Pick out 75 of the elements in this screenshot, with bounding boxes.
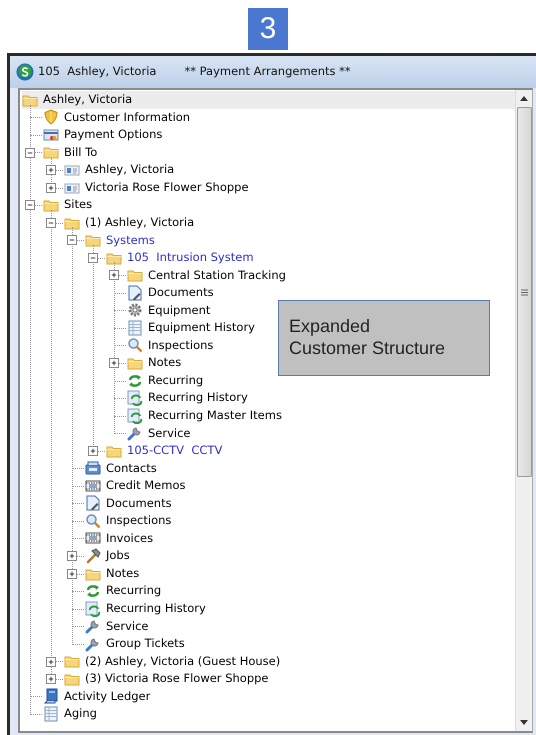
tree-item[interactable]: Contacts	[22, 459, 515, 478]
document-icon	[85, 495, 101, 512]
step-number-badge: 3	[248, 8, 288, 50]
expand-toggle[interactable]	[67, 568, 77, 579]
expand-toggle[interactable]	[109, 358, 119, 368]
document-arrows-icon	[127, 390, 143, 406]
customer-title: 105 Ashley, Victoria	[38, 63, 156, 80]
expand-toggle[interactable]	[88, 446, 98, 456]
film-icon	[85, 478, 101, 494]
account-note: ** Payment Arrangements **	[184, 63, 351, 80]
tree-item[interactable]: Jobs	[22, 547, 515, 565]
tree-item[interactable]: Invoices	[22, 530, 515, 548]
tree-item[interactable]: Bill To	[22, 144, 515, 162]
expand-toggle[interactable]	[67, 551, 77, 562]
card-icon	[43, 126, 59, 143]
tree-item[interactable]: Ashley, Victoria	[22, 161, 515, 179]
tree-item[interactable]: Victoria Rose Flower Shoppe	[22, 178, 515, 196]
expand-toggle[interactable]	[25, 148, 35, 158]
tree-item[interactable]: 105 Intrusion System	[22, 248, 515, 266]
tree-item[interactable]: Inspections	[22, 512, 515, 530]
table-icon	[43, 706, 59, 722]
caret-up-icon	[520, 96, 528, 101]
tree-item[interactable]: Service	[22, 424, 515, 442]
tree-item[interactable]: Notes	[22, 564, 515, 582]
tree-item[interactable]: Recurring History	[22, 389, 515, 407]
expand-toggle[interactable]	[46, 182, 56, 193]
tree-item[interactable]: (3) Victoria Rose Flower Shoppe	[22, 670, 515, 688]
tree-item[interactable]: Payment Options	[22, 126, 515, 144]
tree-item[interactable]: Activity Ledger	[22, 688, 515, 706]
expand-toggle[interactable]	[46, 656, 56, 666]
expand-toggle[interactable]	[109, 270, 119, 280]
tree-item[interactable]: (1) Ashley, Victoria	[22, 214, 515, 232]
scrollbar-thumb[interactable]	[516, 107, 532, 477]
book-icon	[43, 688, 59, 704]
circular-arrows-icon	[85, 583, 101, 600]
tree-item[interactable]: Recurring History	[22, 600, 515, 618]
tree-item[interactable]: Recurring Master Items	[22, 406, 515, 424]
document-arrows-icon	[127, 408, 143, 424]
expand-toggle[interactable]	[67, 235, 77, 246]
wrench-icon	[127, 425, 143, 442]
film-icon	[85, 530, 101, 546]
tree-item[interactable]: Aging	[22, 705, 515, 723]
grip-icon	[520, 288, 528, 296]
tree-item[interactable]: (2) Ashley, Victoria (Guest House)	[22, 652, 515, 670]
tree-item[interactable]: Service	[22, 617, 515, 635]
tree-item[interactable]: Documents	[22, 494, 515, 512]
expand-toggle[interactable]	[88, 252, 98, 263]
tree-item[interactable]: Ashley, Victoria	[22, 91, 515, 109]
tree-item[interactable]: Recurring	[22, 582, 515, 600]
callout-note: Expanded Customer Structure	[278, 300, 490, 376]
tree-item[interactable]: Systems	[22, 231, 515, 249]
expand-toggle[interactable]	[46, 218, 56, 228]
circular-arrows-icon	[127, 372, 143, 389]
wrench-icon	[85, 618, 101, 634]
wrench-icon	[85, 636, 101, 652]
tree-item[interactable]: 105-CCTV CCTV	[22, 442, 515, 460]
magnifier-icon	[127, 337, 143, 354]
document-arrows-icon	[85, 600, 101, 617]
expand-toggle[interactable]	[25, 200, 35, 210]
expand-toggle[interactable]	[46, 674, 56, 684]
expand-toggle[interactable]	[46, 165, 56, 176]
document-icon	[127, 284, 143, 301]
table-icon	[127, 320, 143, 336]
tree-item[interactable]: Sites	[22, 196, 515, 214]
shield-icon	[43, 109, 59, 126]
tree-item[interactable]: Group Tickets	[22, 634, 515, 652]
gear-icon	[127, 302, 143, 318]
magnifier-icon	[85, 512, 101, 529]
tree-item[interactable]: Documents	[22, 284, 515, 302]
tree-item[interactable]: Central Station Tracking	[22, 266, 515, 284]
hammer-icon	[85, 548, 101, 564]
tree-item[interactable]: Credit Memos	[22, 477, 515, 495]
caret-down-icon	[520, 720, 528, 725]
tree-item[interactable]: Customer Information	[22, 108, 515, 126]
app-logo-icon	[16, 63, 34, 81]
